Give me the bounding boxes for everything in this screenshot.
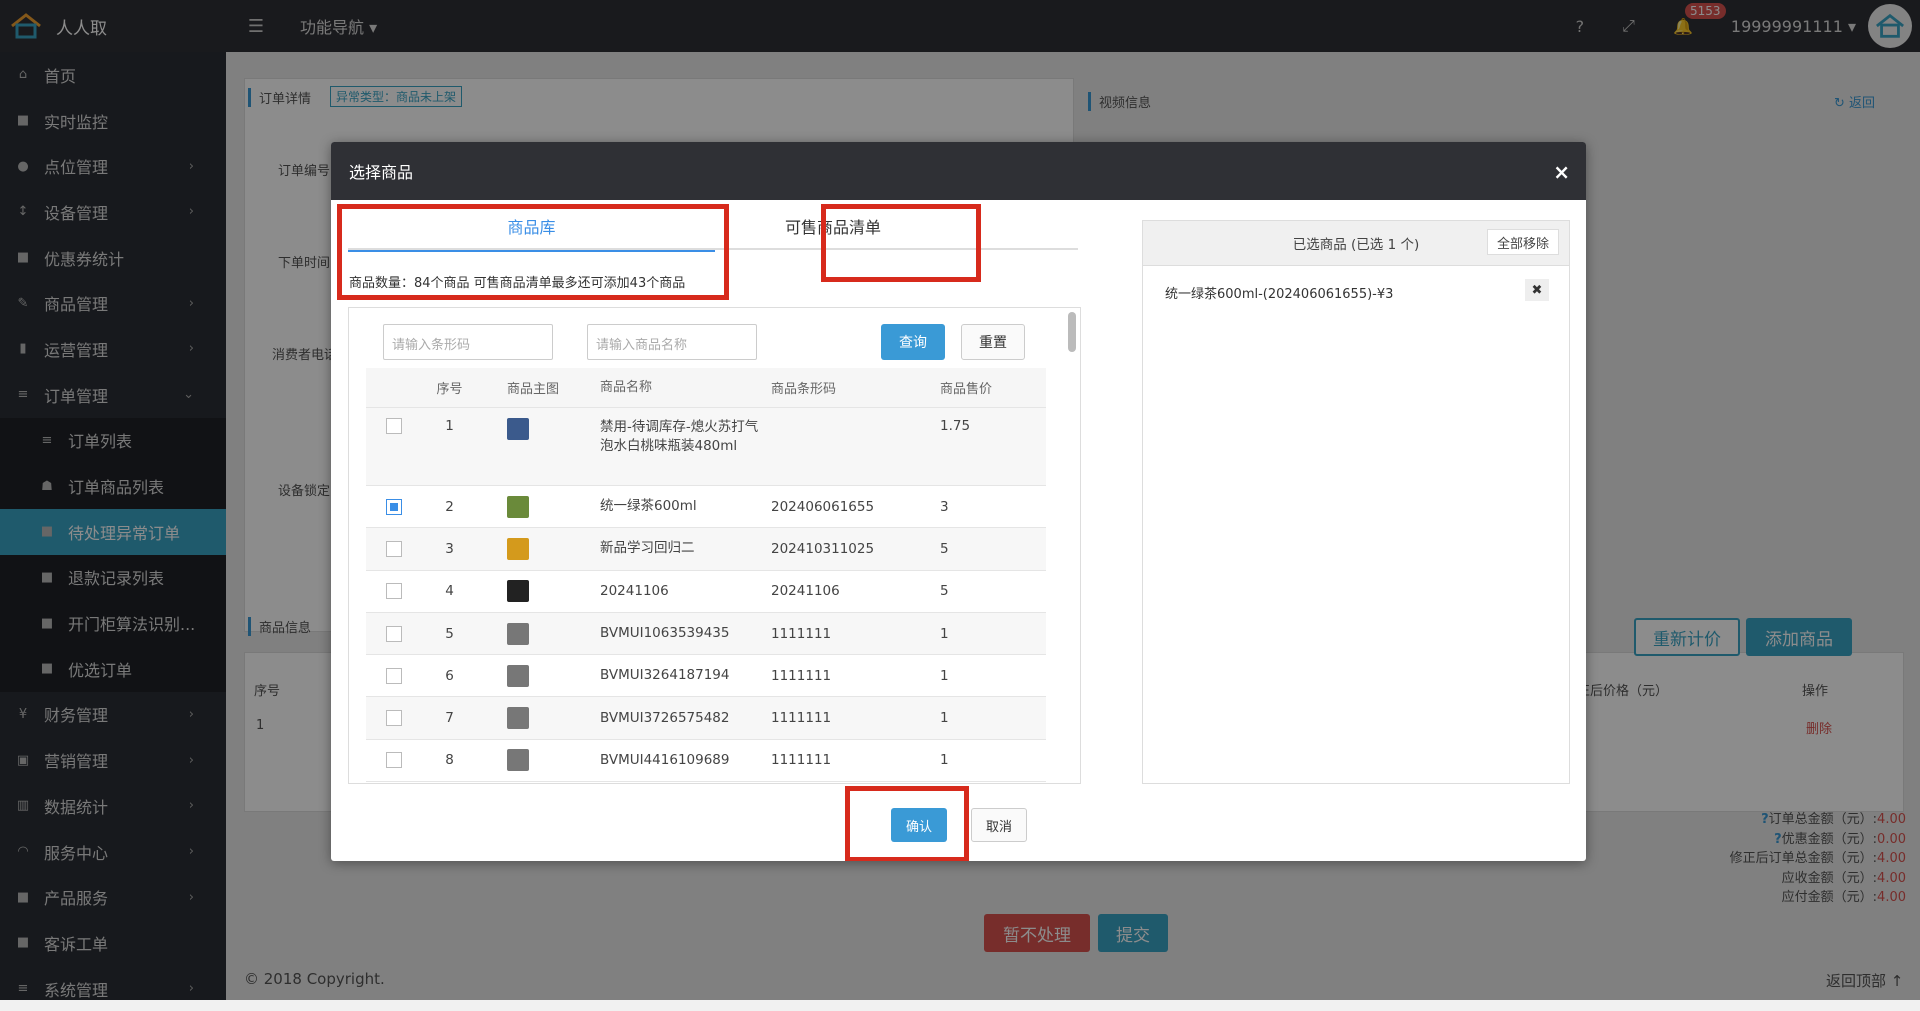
remove-all-button[interactable]: 全部移除 — [1486, 229, 1559, 255]
column-header: 商品名称 — [600, 380, 653, 395]
reset-button[interactable]: 重置 — [961, 324, 1025, 360]
product-thumbnail — [507, 707, 529, 730]
barcode-input[interactable]: 请输入条形码 — [383, 324, 553, 360]
product-price: 5 — [940, 540, 949, 557]
row-index: 3 — [445, 540, 454, 557]
selected-goods-title: 已选商品 (已选 1 个) — [1292, 237, 1420, 253]
close-icon[interactable]: × — [1553, 160, 1570, 184]
table-row[interactable]: 4 20241106 20241106 5 — [366, 570, 1046, 613]
product-barcode: 1111111 — [771, 710, 832, 727]
row-checkbox[interactable] — [386, 667, 402, 684]
row-checkbox[interactable] — [386, 583, 402, 600]
product-price: 3 — [940, 498, 949, 515]
product-barcode: 20241106 — [771, 583, 840, 600]
product-name: 统一绿茶600ml — [600, 498, 697, 515]
product-thumbnail — [507, 622, 529, 645]
table-row[interactable]: 8 BVMUI4416109689 1111111 1 — [366, 739, 1046, 783]
highlight-box-confirm — [845, 786, 969, 861]
table-row[interactable]: 3 新品学习回归二 202410311025 5 — [366, 528, 1046, 571]
product-name: BVMUI4416109689 — [600, 751, 730, 768]
modal-title: 选择商品 — [349, 163, 414, 182]
highlight-box-sellable — [821, 204, 981, 282]
product-thumbnail — [507, 537, 529, 560]
selected-goods-header: 已选商品 (已选 1 个) 全部移除 — [1143, 221, 1569, 266]
row-index: 8 — [445, 752, 454, 769]
product-barcode: 1111111 — [771, 752, 832, 769]
product-barcode: 1111111 — [771, 625, 832, 642]
product-name: 禁用-待调库存-熄火苏打气泡水白桃味瓶装480ml — [600, 419, 759, 454]
table-row[interactable]: 5 BVMUI1063539435 1111111 1 — [366, 612, 1046, 656]
product-thumbnail — [507, 749, 529, 772]
product-price: 1 — [940, 752, 949, 769]
column-header: 序号 — [436, 382, 463, 397]
row-index: 6 — [445, 667, 454, 684]
table-scrollbar[interactable] — [1068, 312, 1076, 352]
query-button[interactable]: 查询 — [881, 324, 945, 360]
column-header: 商品主图 — [507, 382, 560, 397]
selected-item: 统一绿茶600ml-(202406061655)-¥3 — [1165, 287, 1394, 302]
modal-header: 选择商品 — [331, 142, 1586, 200]
goods-table-panel: 请输入条形码 请输入商品名称 查询 重置 序号 商品主图 商品名称 商品条形码 商品售价… — [348, 307, 1081, 784]
goods-table: 序号 商品主图 商品名称 商品条形码 商品售价 1 禁用-待调库存-熄火苏打气泡水白桃味瓶装… — [366, 368, 1046, 783]
product-thumbnail — [507, 664, 529, 687]
row-checkbox[interactable] — [386, 710, 402, 727]
product-name: 20241106 — [600, 582, 669, 599]
row-index: 5 — [445, 625, 454, 642]
product-name: 新品学习回归二 — [600, 540, 695, 557]
product-name: BVMUI3264187194 — [600, 667, 730, 684]
product-price: 1 — [940, 625, 949, 642]
column-header: 商品售价 — [940, 382, 993, 397]
row-checkbox[interactable] — [386, 752, 402, 769]
row-checkbox[interactable] — [386, 498, 402, 515]
row-checkbox[interactable] — [386, 625, 402, 642]
product-price: 5 — [940, 583, 949, 600]
product-barcode: 202410311025 — [771, 540, 875, 557]
table-row[interactable]: 7 BVMUI3726575482 1111111 1 — [366, 697, 1046, 740]
table-header-row: 序号 商品主图 商品名称 商品条形码 商品售价 — [366, 368, 1046, 408]
table-row[interactable]: 6 BVMUI3264187194 1111111 1 — [366, 655, 1046, 698]
product-thumbnail — [507, 580, 529, 603]
product-thumbnail — [507, 495, 529, 518]
product-name: BVMUI1063539435 — [600, 625, 730, 642]
select-goods-modal: 选择商品 × 商品库 可售商品清单 商品数量：84个商品 可售商品清单最多还可添… — [331, 142, 1586, 861]
column-header: 商品条形码 — [771, 382, 837, 397]
product-barcode: 202406061655 — [771, 498, 875, 515]
selected-goods-panel: 已选商品 (已选 1 个) 全部移除 统一绿茶600ml-(2024060616… — [1142, 220, 1570, 784]
row-checkbox[interactable] — [386, 418, 402, 434]
product-price: 1.75 — [940, 418, 971, 434]
row-checkbox[interactable] — [386, 540, 402, 557]
row-index: 2 — [445, 498, 454, 515]
product-name: BVMUI3726575482 — [600, 709, 730, 726]
product-price: 1 — [940, 710, 949, 727]
product-price: 1 — [940, 667, 949, 684]
cancel-button[interactable]: 取消 — [971, 808, 1027, 842]
row-index: 7 — [445, 710, 454, 727]
table-row[interactable]: 2 统一绿茶600ml 202406061655 3 — [366, 486, 1046, 529]
row-index: 1 — [445, 418, 454, 434]
highlight-box-library — [337, 204, 729, 300]
row-index: 4 — [445, 583, 454, 600]
product-thumbnail — [507, 418, 529, 440]
remove-item-icon[interactable]: ✖ — [1525, 279, 1549, 301]
product-barcode: 1111111 — [771, 667, 832, 684]
table-row[interactable]: 1 禁用-待调库存-熄火苏打气泡水白桃味瓶装480ml 1.75 — [366, 408, 1046, 486]
name-input[interactable]: 请输入商品名称 — [587, 324, 757, 360]
